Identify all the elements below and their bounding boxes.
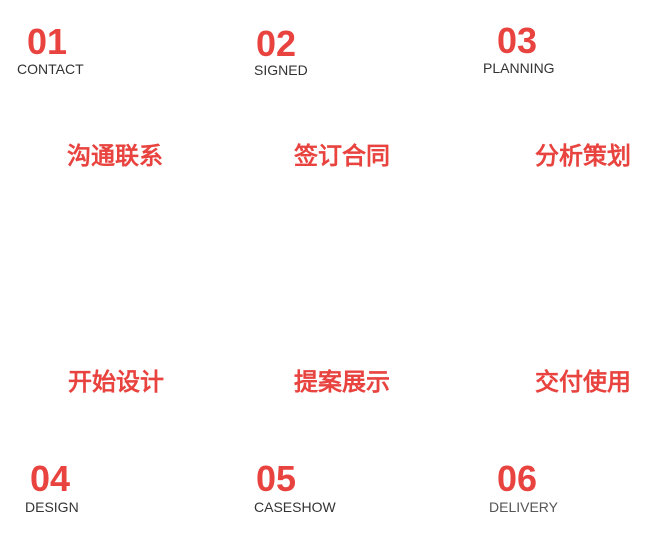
- step-5-label-cn: 提案展示: [294, 368, 390, 396]
- step-5-label-en: CASESHOW: [254, 499, 336, 515]
- step-6-label-cn: 交付使用: [535, 368, 631, 396]
- step-2-label-cn: 签订合同: [294, 142, 390, 170]
- step-1-label-cn: 沟通联系: [67, 142, 163, 170]
- step-2-label-en: SIGNED: [254, 62, 308, 78]
- step-4-number: 04: [30, 458, 71, 499]
- step-2-number: 02: [256, 23, 297, 64]
- step-6-number: 06: [497, 458, 538, 499]
- step-4-label-en: DESIGN: [25, 499, 79, 515]
- step-3-number: 03: [497, 20, 538, 61]
- step-6-label-en: DELIVERY: [489, 499, 558, 515]
- step-4-label-cn: 开始设计: [68, 368, 164, 396]
- step-3-label-cn: 分析策划: [535, 142, 631, 170]
- step-5-number: 05: [256, 458, 297, 499]
- step-1-label-en: CONTACT: [17, 61, 84, 77]
- step-3-label-en: PLANNING: [483, 60, 555, 76]
- step-1-number: 01: [27, 21, 68, 62]
